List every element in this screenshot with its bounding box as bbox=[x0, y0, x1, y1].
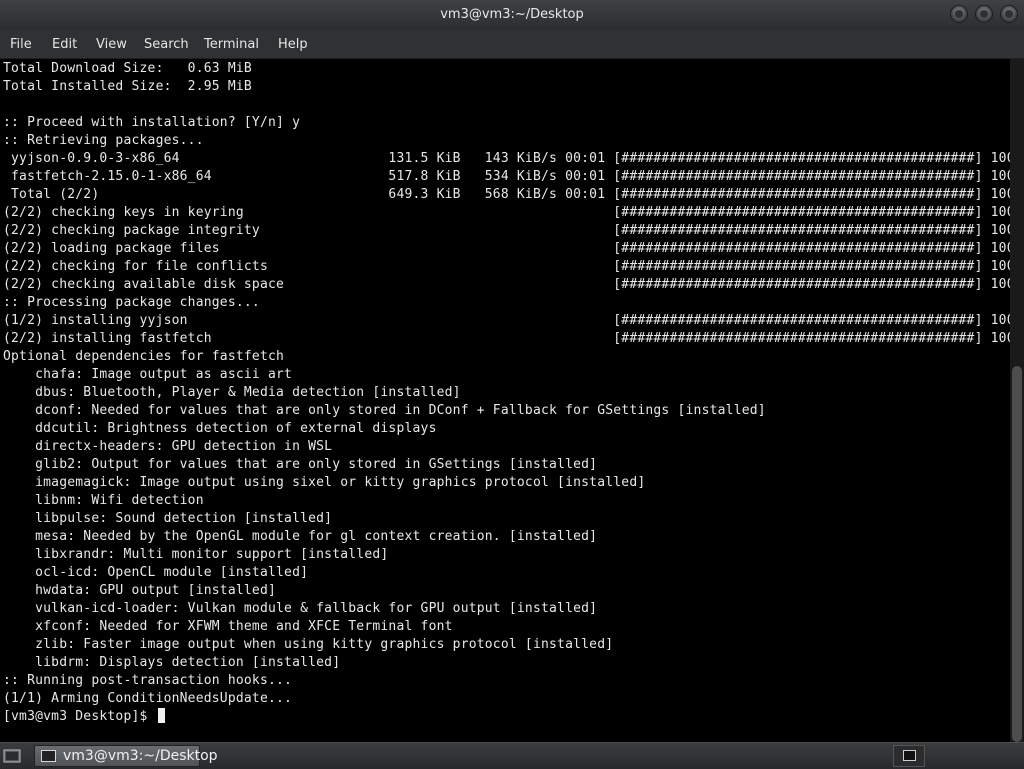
terminal-line: (2/2) checking available disk space [###… bbox=[3, 277, 1010, 292]
menu-terminal[interactable]: Terminal bbox=[204, 37, 259, 52]
terminal-line: zlib: Faster image output when using kit… bbox=[3, 637, 614, 652]
terminal-line: Total (2/2) 649.3 KiB 568 KiB/s 00:01 [#… bbox=[3, 187, 1010, 202]
terminal-line: chafa: Image output as ascii art bbox=[3, 367, 293, 382]
terminal-line: libnm: Wifi detection bbox=[3, 493, 204, 508]
terminal-line: directx-headers: GPU detection in WSL bbox=[3, 439, 333, 454]
menu-bar: File Edit View Search Terminal Help bbox=[0, 30, 1024, 59]
scrollbar[interactable] bbox=[1010, 59, 1024, 742]
menu-help[interactable]: Help bbox=[278, 37, 308, 52]
text-cursor bbox=[157, 708, 165, 723]
terminal-line: glib2: Output for values that are only s… bbox=[3, 457, 598, 472]
terminal-line: :: Processing package changes... bbox=[3, 295, 260, 310]
terminal-line: yyjson-0.9.0-3-x86_64 131.5 KiB 143 KiB/… bbox=[3, 151, 1010, 166]
terminal-line: (1/2) installing yyjson [###############… bbox=[3, 313, 1010, 328]
window-title: vm3@vm3:~/Desktop bbox=[440, 7, 584, 22]
terminal-line: libpulse: Sound detection [installed] bbox=[3, 511, 333, 526]
terminal-line: (2/2) checking package integrity [######… bbox=[3, 223, 1010, 238]
title-bar[interactable]: vm3@vm3:~/Desktop bbox=[0, 0, 1024, 30]
terminal-lines: Total Download Size: 0.63 MiB Total Insta… bbox=[3, 60, 1010, 726]
terminal-line: libdrm: Displays detection [installed] bbox=[3, 655, 341, 670]
terminal-line: (1/1) Arming ConditionNeedsUpdate... bbox=[3, 691, 293, 706]
terminal-line: dbus: Bluetooth, Player & Media detectio… bbox=[3, 385, 461, 400]
prompt-text: [vm3@vm3 Desktop]$ bbox=[3, 709, 156, 724]
terminal-line: (2/2) installing fastfetch [############… bbox=[3, 331, 1010, 346]
terminal-output[interactable]: Total Download Size: 0.63 MiB Total Insta… bbox=[0, 59, 1010, 742]
terminal-line: libxrandr: Multi monitor support [instal… bbox=[3, 547, 389, 562]
scrollbar-thumb[interactable] bbox=[1012, 366, 1022, 742]
menu-file[interactable]: File bbox=[10, 37, 32, 52]
terminal-line: hwdata: GPU output [installed] bbox=[3, 583, 277, 598]
close-icon[interactable] bbox=[1000, 5, 1018, 23]
terminal-line: :: Retrieving packages... bbox=[3, 133, 204, 148]
terminal-line: imagemagick: Image output using sixel or… bbox=[3, 475, 646, 490]
command-prompt[interactable]: [vm3@vm3 Desktop]$ bbox=[3, 708, 1010, 726]
terminal-line: mesa: Needed by the OpenGL module for gl… bbox=[3, 529, 598, 544]
terminal-line: (2/2) checking keys in keyring [########… bbox=[3, 205, 1010, 220]
taskbar-window-label: vm3@vm3:~/Desktop bbox=[63, 748, 218, 764]
minimize-icon[interactable] bbox=[950, 5, 968, 23]
terminal-line: fastfetch-2.15.0-1-x86_64 517.8 KiB 534 … bbox=[3, 169, 1010, 184]
terminal-line: (2/2) loading package files [###########… bbox=[3, 241, 1010, 256]
menu-search[interactable]: Search bbox=[144, 37, 189, 52]
show-desktop-icon[interactable] bbox=[2, 746, 22, 766]
terminal-line: xfconf: Needed for XFWM theme and XFCE T… bbox=[3, 619, 453, 634]
terminal-line: vulkan-icd-loader: Vulkan module & fallb… bbox=[3, 601, 598, 616]
terminal-line: ddcutil: Brightness detection of externa… bbox=[3, 421, 437, 436]
menu-view[interactable]: View bbox=[96, 37, 127, 52]
terminal-line: Total Download Size: 0.63 MiB bbox=[3, 61, 252, 76]
maximize-icon[interactable] bbox=[975, 5, 993, 23]
terminal-line: ocl-icd: OpenCL module [installed] bbox=[3, 565, 309, 580]
terminal-line: :: Running post-transaction hooks... bbox=[3, 673, 293, 688]
terminal-line: dconf: Needed for values that are only s… bbox=[3, 403, 766, 418]
terminal-line: (2/2) checking for file conflicts [#####… bbox=[3, 259, 1010, 274]
terminal-line: Optional dependencies for fastfetch bbox=[3, 349, 285, 364]
screen-icon[interactable] bbox=[893, 745, 925, 767]
menu-edit[interactable]: Edit bbox=[52, 37, 77, 52]
taskbar-window-button[interactable]: vm3@vm3:~/Desktop bbox=[34, 745, 218, 767]
terminal-line: :: Proceed with installation? [Y/n] y bbox=[3, 115, 301, 130]
taskbar: vm3@vm3:~/Desktop bbox=[0, 742, 1024, 769]
terminal-line: Total Installed Size: 2.95 MiB bbox=[3, 79, 252, 94]
terminal-icon bbox=[41, 750, 56, 762]
